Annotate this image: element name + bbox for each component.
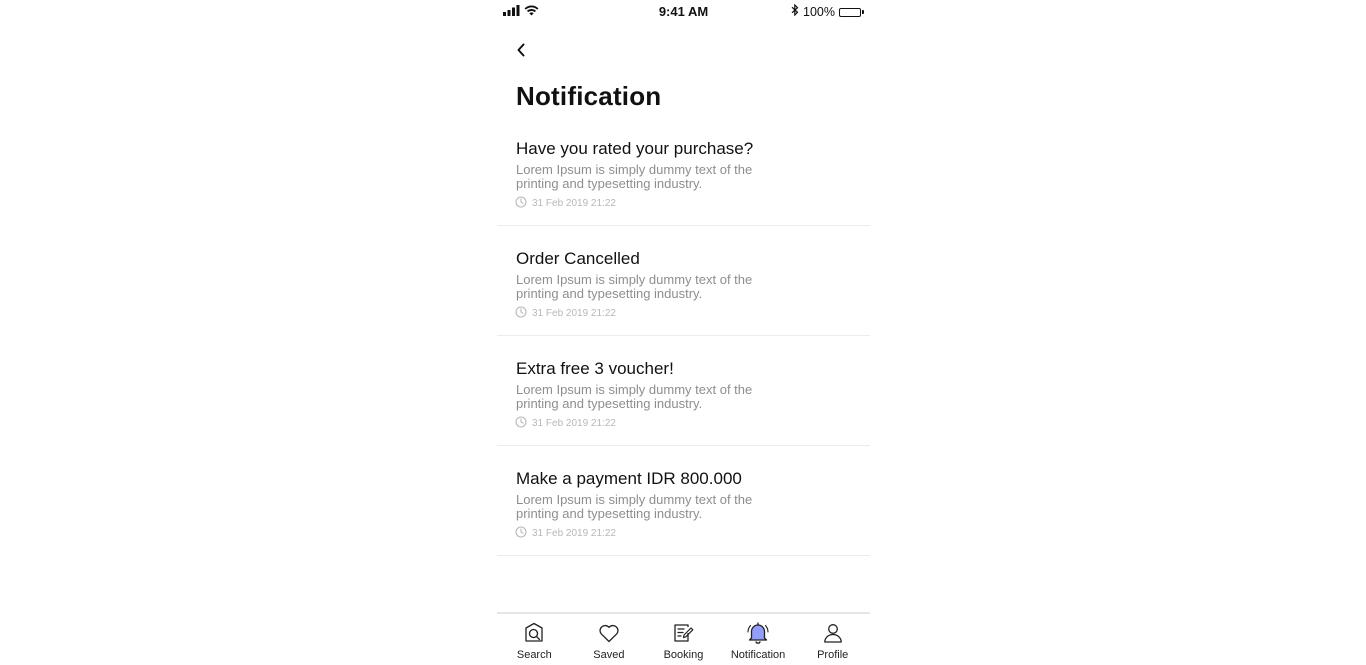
clock-icon xyxy=(515,196,527,212)
bottom-tab-bar: Search Saved Booking Notification Profil… xyxy=(497,612,870,665)
notification-title: Make a payment IDR 800.000 xyxy=(516,469,742,488)
notification-item[interactable]: Make a payment IDR 800.000 Lorem Ipsum i… xyxy=(497,446,870,556)
battery-icon xyxy=(839,7,864,17)
notification-time-text: 31 Feb 2019 21:22 xyxy=(532,308,616,319)
heart-icon xyxy=(596,620,622,646)
tab-label: Notification xyxy=(730,649,786,661)
notification-item[interactable]: Have you rated your purchase? Lorem Ipsu… xyxy=(497,116,870,226)
tab-saved[interactable]: Saved xyxy=(572,614,647,663)
battery-percent: 100% xyxy=(803,5,835,19)
notification-timestamp: 31 Feb 2019 21:22 xyxy=(515,416,616,432)
notification-description: Lorem Ipsum is simply dummy text of the … xyxy=(516,382,753,411)
notification-time-text: 31 Feb 2019 21:22 xyxy=(532,198,616,209)
notification-item[interactable]: Order Cancelled Lorem Ipsum is simply du… xyxy=(497,226,870,336)
notification-timestamp: 31 Feb 2019 21:22 xyxy=(515,306,616,322)
clock-icon xyxy=(515,306,527,322)
clock-icon xyxy=(515,526,527,542)
chevron-left-icon xyxy=(516,43,526,62)
clock-icon xyxy=(515,416,527,432)
profile-icon xyxy=(820,620,846,646)
notification-description: Lorem Ipsum is simply dummy text of the … xyxy=(516,492,753,521)
notification-title: Have you rated your purchase? xyxy=(516,139,754,158)
bluetooth-icon xyxy=(791,3,799,20)
tab-search[interactable]: Search xyxy=(497,614,572,663)
notification-timestamp: 31 Feb 2019 21:22 xyxy=(515,196,616,212)
tab-label: Saved xyxy=(593,649,625,661)
booking-icon xyxy=(670,620,696,646)
status-bar: 9:41 AM 100% xyxy=(497,0,870,24)
page-title: Notification xyxy=(516,81,662,111)
bell-icon xyxy=(745,620,771,646)
notification-timestamp: 31 Feb 2019 21:22 xyxy=(515,526,616,542)
notification-item[interactable]: Extra free 3 voucher! Lorem Ipsum is sim… xyxy=(497,336,870,446)
tab-notification[interactable]: Notification xyxy=(721,614,796,663)
tab-label: Search xyxy=(516,649,552,661)
notification-time-text: 31 Feb 2019 21:22 xyxy=(532,528,616,539)
notification-time-text: 31 Feb 2019 21:22 xyxy=(532,418,616,429)
notification-description: Lorem Ipsum is simply dummy text of the … xyxy=(516,272,753,301)
tab-booking[interactable]: Booking xyxy=(646,614,721,663)
back-button[interactable] xyxy=(507,38,535,66)
search-icon xyxy=(521,620,547,646)
tab-label: Profile xyxy=(817,649,849,661)
notification-description: Lorem Ipsum is simply dummy text of the … xyxy=(516,162,753,191)
phone-screen: 9:41 AM 100% Notification Have you rated… xyxy=(497,0,870,665)
tab-profile[interactable]: Profile xyxy=(795,614,870,663)
notification-title: Order Cancelled xyxy=(516,249,640,268)
notification-list: Have you rated your purchase? Lorem Ipsu… xyxy=(497,116,870,556)
tab-label: Booking xyxy=(663,649,704,661)
status-right: 100% xyxy=(791,3,864,20)
notification-title: Extra free 3 voucher! xyxy=(516,359,674,378)
